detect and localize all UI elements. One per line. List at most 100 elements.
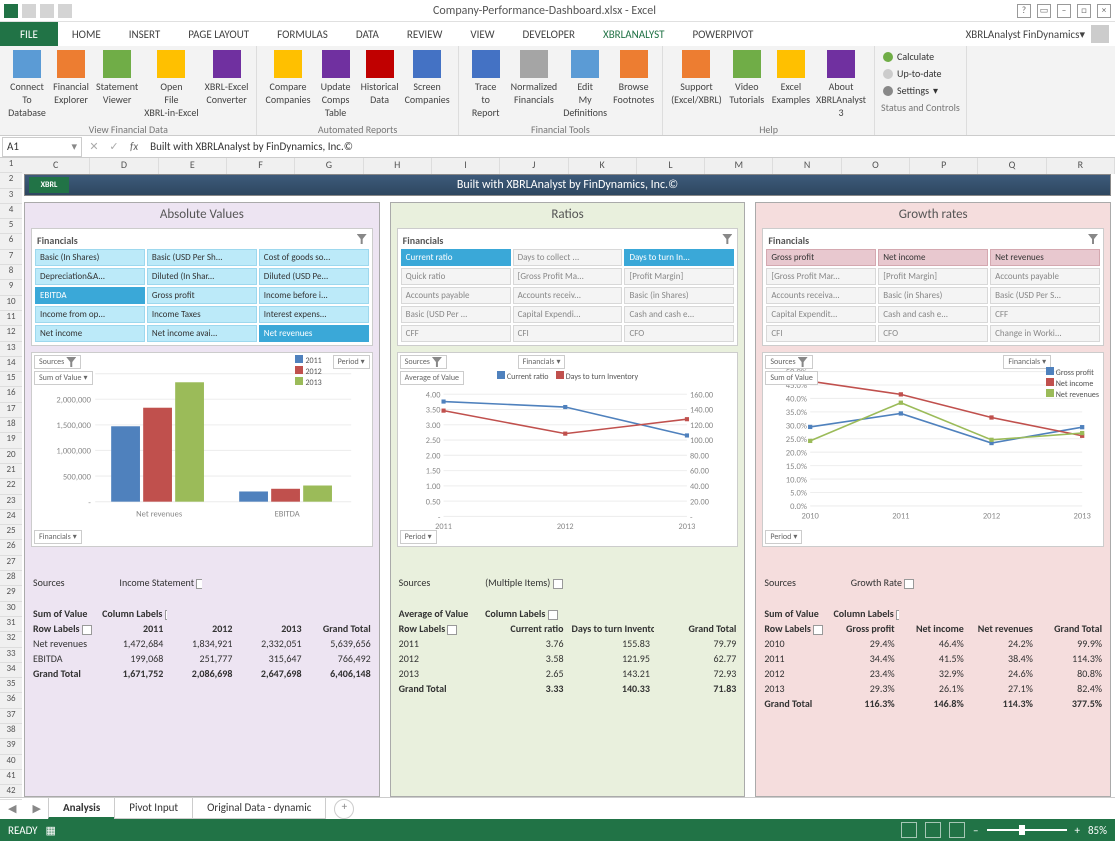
slicer-item[interactable]: CFO <box>624 325 734 342</box>
slicer-item[interactable]: Basic (In Shares) <box>35 249 145 266</box>
filter-financials[interactable]: Financials ▾ <box>518 355 566 369</box>
slicer-item[interactable]: Cost of goods so... <box>259 249 369 266</box>
slicer-item[interactable]: Diluted (USD Pe... <box>259 268 369 285</box>
filter-period[interactable]: Period ▾ <box>765 530 802 544</box>
zoom-out-button[interactable]: – <box>973 824 978 837</box>
ribbon-btn-connect-to-database[interactable]: ConnectToDatabase <box>6 48 48 121</box>
slicer-item[interactable]: Depreciation&A... <box>35 268 145 285</box>
ribbon-btn-browse-footnotes[interactable]: BrowseFootnotes <box>611 48 656 108</box>
calculate-button[interactable]: Calculate <box>881 48 960 65</box>
row-headers[interactable]: 1234567891011121314151617181920212223242… <box>0 158 22 797</box>
fx-icon[interactable]: fx <box>124 140 144 153</box>
pivot-table-pink[interactable]: SourcesGrowth Rate Sum of ValueColumn La… <box>758 555 1108 711</box>
user-menu[interactable]: XBRLAnalyst FinDynamics ▾ <box>960 22 1115 46</box>
slicer-item[interactable]: Net income avai... <box>147 325 257 342</box>
filter-avgofvalue[interactable]: Average of Value <box>400 371 464 385</box>
slicer-item[interactable]: CFO <box>878 325 988 342</box>
slicer-item[interactable]: Income before i... <box>259 287 369 304</box>
tab-powerpivot[interactable]: POWERPIVOT <box>678 22 767 46</box>
ribbon-btn-support-excel-xbrl-[interactable]: Support(Excel/XBRL) <box>669 48 724 108</box>
slicer-financials-purple[interactable]: Financials Basic (In Shares)Basic (USD P… <box>31 228 373 346</box>
undo-icon[interactable] <box>40 4 54 18</box>
filter-period[interactable]: Period ▾ <box>400 530 437 544</box>
ribbon-btn-historical-data[interactable]: HistoricalData <box>359 48 401 108</box>
tab-xbrlanalyst[interactable]: XBRLAnalyst <box>589 22 678 46</box>
slicer-item[interactable]: [Profit Margin] <box>878 268 988 285</box>
ribbon-btn-compare-companies[interactable]: CompareCompanies <box>263 48 312 108</box>
slicer-item[interactable]: Change in Worki... <box>990 325 1100 342</box>
slicer-item[interactable]: Interest expens... <box>259 306 369 323</box>
zoom-level[interactable]: 85% <box>1088 824 1107 837</box>
tab-home[interactable]: HOME <box>58 22 115 46</box>
help-button[interactable]: ? <box>1017 4 1031 18</box>
slicer-item[interactable]: Capital Expendit... <box>766 306 876 323</box>
redo-icon[interactable] <box>58 4 72 18</box>
tab-formulas[interactable]: FORMULAS <box>263 22 342 46</box>
slicer-item[interactable]: Income Taxes <box>147 306 257 323</box>
ribbon-options-button[interactable]: ▭ <box>1037 4 1051 18</box>
slicer-item[interactable]: Diluted (In Shar... <box>147 268 257 285</box>
slicer-item[interactable]: Basic (in Shares) <box>878 287 988 304</box>
sheet-nav-prev[interactable]: ◀ <box>0 802 24 815</box>
slicer-item[interactable]: Net revenues <box>259 325 369 342</box>
ribbon-btn-trace-to-report[interactable]: TracetoReport <box>465 48 507 121</box>
minimize-button[interactable]: – <box>1057 4 1071 18</box>
slicer-item[interactable]: Cash and cash e... <box>878 306 988 323</box>
close-button[interactable]: × <box>1097 4 1111 18</box>
grid[interactable]: XBRL Built with XBRLAnalyst by FinDynami… <box>22 174 1115 797</box>
slicer-item[interactable]: Cash and cash e... <box>624 306 734 323</box>
ribbon-btn-open-file-xbrl-in-excel[interactable]: OpenFileXBRL-in-Excel <box>142 48 200 121</box>
slicer-item[interactable]: CFF <box>990 306 1100 323</box>
ribbon-btn-financial-explorer[interactable]: FinancialExplorer <box>50 48 92 108</box>
ribbon-btn-edit-my-definitions[interactable]: EditMyDefinitions <box>561 48 609 121</box>
sheet-nav-next[interactable]: ▶ <box>24 802 48 815</box>
clear-filter-icon[interactable] <box>722 234 732 244</box>
slicer-item[interactable]: Days to collect ... <box>513 249 623 266</box>
view-normal-icon[interactable] <box>901 822 917 838</box>
slicer-financials-green[interactable]: Financials Current ratioDays to collect … <box>397 228 739 346</box>
ribbon-btn-statement-viewer[interactable]: StatementViewer <box>94 48 140 108</box>
slicer-item[interactable]: [Gross Profit Ma... <box>513 268 623 285</box>
ribbon-btn-xbrl-excel-converter[interactable]: XBRL-ExcelConverter <box>203 48 251 108</box>
slicer-item[interactable]: CFI <box>513 325 623 342</box>
filter-financials[interactable]: Financials ▾ <box>1003 355 1051 369</box>
slicer-item[interactable]: Net income <box>878 249 988 266</box>
tab-view[interactable]: VIEW <box>456 22 508 46</box>
tab-developer[interactable]: DEVELOPER <box>509 22 589 46</box>
macro-icon[interactable]: ▦ <box>46 824 56 837</box>
filter-sources[interactable]: Sources <box>765 355 812 369</box>
view-page-layout-icon[interactable] <box>925 822 941 838</box>
enter-formula-icon[interactable]: ✓ <box>104 140 124 153</box>
slicer-item[interactable]: Basic (in Shares) <box>624 287 734 304</box>
slicer-item[interactable]: Accounts receiv... <box>513 287 623 304</box>
ribbon-btn-video-tutorials[interactable]: VideoTutorials <box>726 48 768 108</box>
zoom-in-button[interactable]: + <box>1075 824 1080 837</box>
pivot-table-green[interactable]: Sources(Multiple Items) Average of Value… <box>393 555 743 696</box>
cancel-formula-icon[interactable]: ✕ <box>84 140 104 153</box>
tab-page-layout[interactable]: PAGE LAYOUT <box>174 22 263 46</box>
slicer-item[interactable]: Days to turn In... <box>624 249 734 266</box>
filter-period[interactable]: Period ▾ <box>333 355 370 369</box>
formula-bar[interactable]: Built with XBRLAnalyst by FinDynamics, I… <box>144 140 1115 153</box>
slicer-item[interactable]: Capital Expendi... <box>513 306 623 323</box>
filter-sumofvalue[interactable]: Sum of Value <box>765 371 818 385</box>
column-headers[interactable]: CDEFGHIJKLMNOPQR <box>22 158 1115 174</box>
slicer-item[interactable]: [Profit Margin] <box>624 268 734 285</box>
slicer-item[interactable]: Net revenues <box>990 249 1100 266</box>
sheet-tab-original-data---dynamic[interactable]: Original Data - dynamic <box>192 798 326 819</box>
slicer-item[interactable]: EBITDA <box>35 287 145 304</box>
slicer-item[interactable]: [Gross Profit Mar... <box>766 268 876 285</box>
clear-filter-icon[interactable] <box>1088 234 1098 244</box>
slicer-item[interactable]: Accounts payable <box>990 268 1100 285</box>
tab-insert[interactable]: INSERT <box>115 22 175 46</box>
slicer-item[interactable]: Quick ratio <box>401 268 511 285</box>
slicer-item[interactable]: Net income <box>35 325 145 342</box>
maximize-button[interactable]: □ <box>1077 4 1091 18</box>
pivot-table-purple[interactable]: SourcesIncome Statement Sum of ValueColu… <box>27 555 377 681</box>
settings-button[interactable]: Settings ▾ <box>881 82 960 99</box>
ribbon-btn-screen-companies[interactable]: ScreenCompanies <box>403 48 452 108</box>
save-icon[interactable] <box>22 4 36 18</box>
tab-data[interactable]: DATA <box>342 22 393 46</box>
slicer-item[interactable]: CFF <box>401 325 511 342</box>
name-box[interactable]: A1▾ <box>2 137 82 157</box>
